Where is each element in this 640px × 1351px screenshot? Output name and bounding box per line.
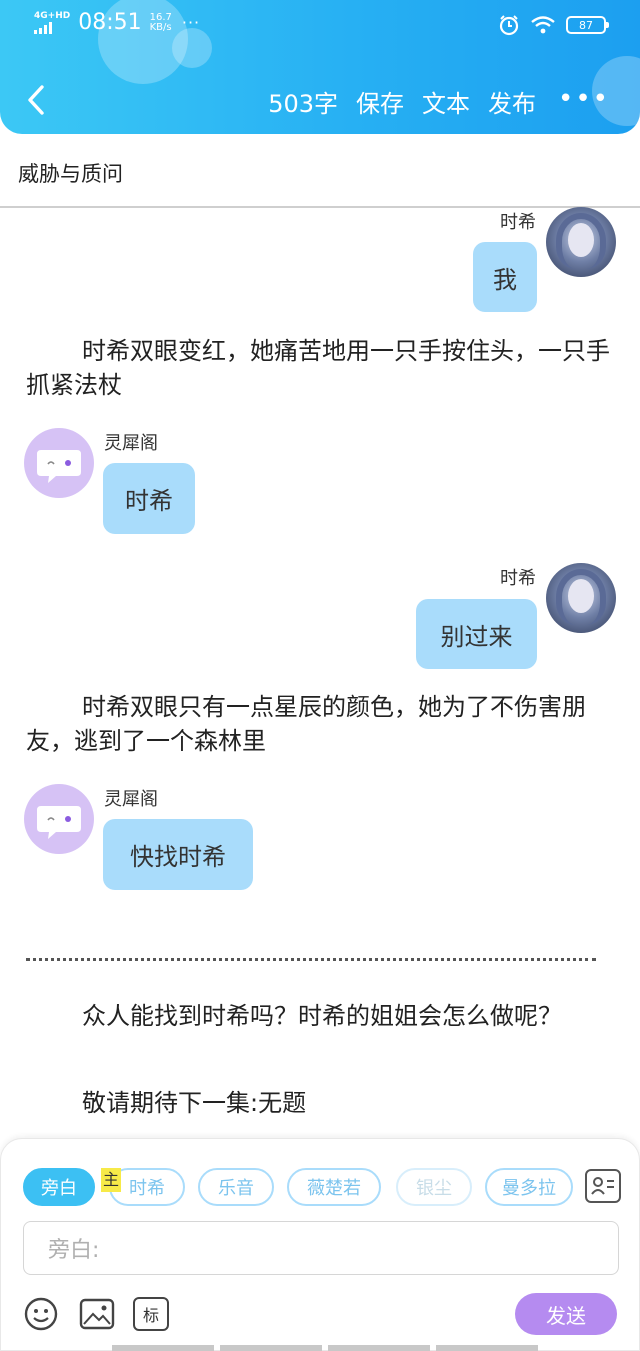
network-type: 4G+HD <box>34 11 71 21</box>
narration-text[interactable]: 众人能找到时希吗？时希的姐姐会怎么做呢？ <box>26 999 616 1033</box>
message-input[interactable]: 旁白: <box>23 1221 619 1275</box>
text-button[interactable]: 文本 <box>422 84 470 119</box>
message-bubble[interactable]: 快找时希 <box>103 819 253 890</box>
speaker-name: 时希 <box>500 212 536 233</box>
notification-dots: ··· <box>181 13 201 32</box>
role-chip[interactable]: 薇楚若 <box>287 1168 381 1206</box>
narration-text[interactable]: 时希双眼只有一点星辰的颜色，她为了不伤害朋友，逃到了一个森林里 <box>26 690 616 758</box>
chat-face-icon <box>37 450 81 483</box>
more-menu-button[interactable]: ••• <box>558 84 610 114</box>
speaker-name: 时希 <box>500 568 536 589</box>
publish-button[interactable]: 发布 <box>488 84 536 119</box>
emoji-icon[interactable] <box>23 1297 59 1331</box>
back-button[interactable] <box>18 78 54 122</box>
battery-icon: 87 <box>566 16 609 34</box>
message-composer: 旁白 时希 主 乐音 薇楚若 银尘 曼多拉 旁白: 标 发送 <box>0 1138 640 1351</box>
status-bar: 4G+HD 08:51 16.7 KB/s ··· 87 <box>0 0 640 50</box>
message-bubble[interactable]: 我 <box>473 242 537 312</box>
dotted-divider <box>26 958 596 961</box>
battery-level: 87 <box>579 18 593 32</box>
role-chip-narration[interactable]: 旁白 <box>23 1168 95 1206</box>
shixi-avatar[interactable] <box>546 207 616 277</box>
bottom-nav-indicator <box>112 1345 538 1351</box>
message-bubble[interactable]: 别过来 <box>416 599 537 669</box>
speed-value: 16.7 <box>149 11 172 23</box>
wifi-icon <box>531 16 555 34</box>
app-header: 4G+HD 08:51 16.7 KB/s ··· 87 503字 保存 文本 … <box>0 0 640 134</box>
signal-icon: 4G+HD <box>34 11 70 34</box>
message-bubble[interactable]: 时希 <box>103 463 195 534</box>
alarm-icon <box>499 15 519 36</box>
host-badge: 主 <box>101 1168 122 1192</box>
editor-toolbar: 503字 保存 文本 发布 ••• <box>0 78 640 122</box>
speed-unit: KB/s <box>149 21 172 33</box>
bot-avatar[interactable] <box>24 784 94 854</box>
send-button[interactable]: 发送 <box>515 1293 617 1335</box>
speaker-name: 灵犀阁 <box>104 789 158 810</box>
chapter-title[interactable]: 威胁与质问 <box>18 158 123 188</box>
save-button[interactable]: 保存 <box>356 84 404 119</box>
narration-text[interactable]: 敬请期待下一集:无题 <box>26 1086 616 1120</box>
chat-face-icon <box>37 806 81 839</box>
role-chip[interactable]: 曼多拉 <box>485 1168 573 1206</box>
tag-button[interactable]: 标 <box>133 1297 169 1331</box>
shixi-avatar[interactable] <box>546 563 616 633</box>
chapter-title-bar[interactable]: 威胁与质问 <box>0 134 640 208</box>
chevron-left-icon <box>28 85 44 115</box>
word-count: 503字 <box>268 90 338 118</box>
role-chip[interactable]: 银尘 <box>396 1168 472 1206</box>
speaker-name: 灵犀阁 <box>104 433 158 454</box>
image-icon[interactable] <box>79 1297 115 1331</box>
narration-text[interactable]: 时希双眼变红，她痛苦地用一只手按住头，一只手抓紧法杖 <box>26 334 616 402</box>
network-speed: 16.7 KB/s <box>149 11 172 33</box>
role-list-icon[interactable] <box>585 1169 621 1203</box>
role-chip[interactable]: 乐音 <box>198 1168 274 1206</box>
tag-label: 标 <box>142 1306 159 1325</box>
clock: 08:51 <box>78 10 142 35</box>
bot-avatar[interactable] <box>24 428 94 498</box>
input-placeholder: 旁白: <box>48 1238 100 1263</box>
